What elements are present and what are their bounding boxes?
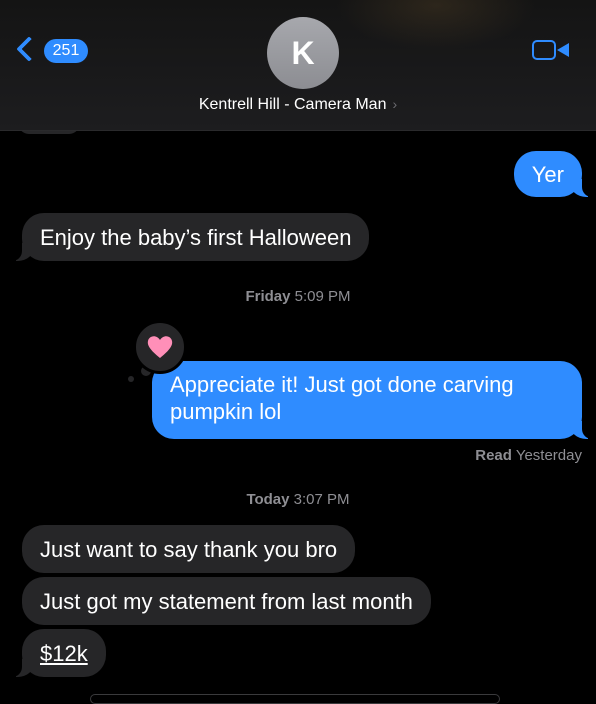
- message-bubble-incoming[interactable]: $12k: [12, 629, 106, 677]
- message-bubble-incoming[interactable]: Just got my statement from last month: [22, 577, 431, 625]
- message-bubble-incoming[interactable]: Just want to say thank you bro: [22, 525, 356, 573]
- contact-name: Kentrell Hill - Camera Man: [198, 96, 387, 113]
- facetime-video-button[interactable]: [532, 38, 572, 64]
- money-link[interactable]: $12k: [40, 641, 88, 666]
- heart-icon: [147, 336, 173, 358]
- message-bubble-outgoing[interactable]: Appreciate it! Just got done carving pum…: [152, 361, 592, 439]
- unread-count-badge: 251: [44, 39, 88, 63]
- contact-name-button[interactable]: Kentrell Hill - Camera Man ›: [0, 96, 596, 114]
- conversation-header: 251 K Kentrell Hill - Camera Man ›: [0, 0, 596, 131]
- avatar[interactable]: K: [267, 17, 339, 89]
- timestamp-divider: Today 3:07 PM: [246, 491, 350, 508]
- message-bubble-partial: [90, 694, 500, 704]
- back-button[interactable]: 251: [14, 36, 94, 68]
- video-camera-icon: [532, 40, 556, 60]
- message-bubble-outgoing[interactable]: Yer: [513, 151, 593, 197]
- message-bubble-incoming[interactable]: Enjoy the baby’s first Halloween: [11, 213, 370, 261]
- read-receipt: Read Yesterday: [475, 447, 582, 464]
- avatar-initial: K: [291, 34, 315, 71]
- chevron-left-icon: [16, 36, 42, 62]
- tapback-reaction[interactable]: [133, 320, 187, 374]
- chevron-right-icon: ›: [392, 96, 398, 112]
- timestamp-divider: Friday 5:09 PM: [245, 288, 351, 305]
